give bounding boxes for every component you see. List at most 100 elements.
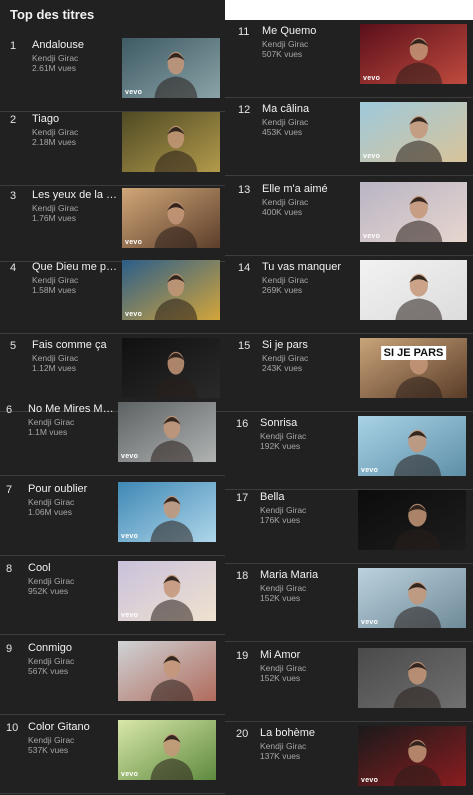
video-thumbnail[interactable]: vevo: [358, 726, 466, 786]
video-thumbnail[interactable]: vevo: [118, 482, 216, 542]
track-title[interactable]: No Me Mires Más (...: [28, 403, 114, 415]
track-title[interactable]: Cool: [28, 562, 114, 574]
track-row[interactable]: 9 Conmigo Kendji Girac 567K vues: [0, 637, 225, 715]
track-rank: 18: [236, 570, 249, 582]
track-row[interactable]: 1 Andalouse Kendji Girac 2.61M vues vevo: [0, 34, 225, 112]
video-thumbnail[interactable]: SI JE PARS: [360, 338, 467, 398]
video-thumbnail[interactable]: [122, 338, 220, 398]
video-thumbnail[interactable]: [118, 641, 216, 701]
track-title[interactable]: Bella: [260, 491, 354, 503]
track-row[interactable]: 19 Mi Amor Kendji Girac 152K vues: [225, 644, 473, 722]
track-views: 400K vues: [262, 207, 303, 217]
track-row[interactable]: 8 Cool Kendji Girac 952K vues vevo: [0, 557, 225, 635]
vevo-badge: vevo: [361, 619, 379, 626]
track-rank: 19: [236, 650, 249, 662]
video-thumbnail[interactable]: vevo: [360, 182, 467, 242]
track-title[interactable]: Ma câlina: [262, 103, 356, 115]
track-rank: 9: [6, 643, 13, 655]
track-artist: Kendji Girac: [260, 505, 307, 515]
vevo-badge: vevo: [361, 467, 379, 474]
track-artist: Kendji Girac: [28, 735, 75, 745]
track-row[interactable]: 4 Que Dieu me pardo... Kendji Girac1.58M v…: [0, 256, 225, 334]
vevo-badge: vevo: [121, 533, 139, 540]
track-rank: 20: [236, 728, 249, 740]
track-row[interactable]: 15 Si je pars Kendji Girac 243K vues SI JE P…: [225, 334, 473, 412]
track-title[interactable]: Sonrisa: [260, 417, 354, 429]
track-row[interactable]: 7 Pour oublier Kendji Girac 1.06M vues vevo: [0, 478, 225, 556]
video-thumbnail[interactable]: vevo: [118, 720, 216, 780]
track-views: 2.61M vues: [32, 63, 76, 73]
top-tracks-panel-right: 11 Me Quemo Kendji Girac 507K vues vevo 12 Ma …: [225, 20, 473, 795]
track-row[interactable]: 20 La bohème Kendji Girac 137K vues vevo: [225, 722, 473, 795]
video-thumbnail[interactable]: vevo: [358, 568, 466, 628]
track-title[interactable]: Andalouse: [32, 39, 118, 51]
track-row[interactable]: 3 Les yeux de la ma... Kendji Girac1.76M v…: [0, 184, 225, 262]
track-row[interactable]: 13 Elle m'a aimé Kendji Girac 400K vues vevo: [225, 178, 473, 256]
video-thumbnail[interactable]: vevo: [360, 102, 467, 162]
thumbnail-image: [358, 648, 466, 708]
thumbnail-image: [360, 260, 467, 320]
track-row[interactable]: 14 Tu vas manquer Kendji Girac 269K vues: [225, 256, 473, 334]
track-views: 1.06M vues: [28, 507, 72, 517]
track-rank: 12: [238, 104, 251, 116]
video-thumbnail[interactable]: vevo: [122, 260, 220, 320]
track-title[interactable]: Pour oublier: [28, 483, 114, 495]
track-title[interactable]: Maria Maria: [260, 569, 354, 581]
row-divider: [0, 714, 225, 715]
vevo-badge: vevo: [361, 777, 379, 784]
video-thumbnail[interactable]: vevo: [122, 38, 220, 98]
track-artist: Kendji Girac: [28, 417, 75, 427]
track-rank: 13: [238, 184, 251, 196]
track-row[interactable]: 17 Bella Kendji Girac 176K vues: [225, 486, 473, 564]
video-thumbnail[interactable]: vevo: [360, 24, 467, 84]
vevo-badge: vevo: [363, 233, 381, 240]
vevo-badge: vevo: [125, 311, 143, 318]
track-title[interactable]: Me Quemo: [262, 25, 356, 37]
track-title[interactable]: Mi Amor: [260, 649, 354, 661]
video-thumbnail[interactable]: [358, 648, 466, 708]
vevo-badge: vevo: [125, 239, 143, 246]
track-row[interactable]: 16 Sonrisa Kendji Girac 192K vues vevo: [225, 412, 473, 490]
video-thumbnail[interactable]: vevo: [118, 402, 216, 462]
track-title[interactable]: Color Gitano: [28, 721, 114, 733]
track-views: 243K vues: [262, 363, 303, 373]
track-views: 1.1M vues: [28, 427, 68, 437]
track-rank: 14: [238, 262, 251, 274]
video-thumbnail[interactable]: vevo: [358, 416, 466, 476]
track-rank: 15: [238, 340, 251, 352]
track-views: 152K vues: [260, 673, 301, 683]
track-row[interactable]: 12 Ma câlina Kendji Girac 453K vues vevo: [225, 98, 473, 176]
track-title[interactable]: Que Dieu me pardo...: [32, 261, 118, 273]
video-thumbnail[interactable]: [358, 490, 466, 550]
track-title[interactable]: Tiago: [32, 113, 118, 125]
video-thumbnail[interactable]: [122, 112, 220, 172]
track-row[interactable]: 2 Tiago Kendji Girac 2.18M vues: [0, 108, 225, 186]
track-views: 192K vues: [260, 441, 301, 451]
track-title[interactable]: Elle m'a aimé: [262, 183, 356, 195]
track-views: 567K vues: [28, 666, 69, 676]
row-divider: [0, 555, 225, 556]
track-row[interactable]: 18 Maria Maria Kendji Girac 152K vues vevo: [225, 564, 473, 642]
video-thumbnail[interactable]: vevo: [122, 188, 220, 248]
track-title[interactable]: Les yeux de la ma...: [32, 189, 118, 201]
video-thumbnail[interactable]: [360, 260, 467, 320]
video-thumbnail[interactable]: vevo: [118, 561, 216, 621]
vevo-badge: vevo: [121, 453, 139, 460]
vevo-badge: vevo: [121, 771, 139, 778]
track-artist: Kendji Girac: [262, 197, 309, 207]
track-row[interactable]: 10 Color Gitano Kendji Girac 537K vues vevo: [0, 716, 225, 794]
track-artist: Kendji Girac: [262, 117, 309, 127]
track-title[interactable]: La bohème: [260, 727, 354, 739]
track-views: 137K vues: [260, 751, 301, 761]
row-divider: [225, 641, 473, 642]
track-row[interactable]: 6 No Me Mires Más (... Kendji Girac1.1M vu…: [0, 398, 225, 476]
track-views: 1.76M vues: [32, 213, 76, 223]
track-title[interactable]: Tu vas manquer: [262, 261, 356, 273]
track-row[interactable]: 11 Me Quemo Kendji Girac 507K vues vevo: [225, 20, 473, 98]
thumbnail-image: [358, 490, 466, 550]
track-artist: Kendji Girac: [32, 53, 79, 63]
track-title[interactable]: Si je pars: [262, 339, 356, 351]
track-title[interactable]: Fais comme ça: [32, 339, 118, 351]
row-divider: [0, 634, 225, 635]
track-title[interactable]: Conmigo: [28, 642, 114, 654]
